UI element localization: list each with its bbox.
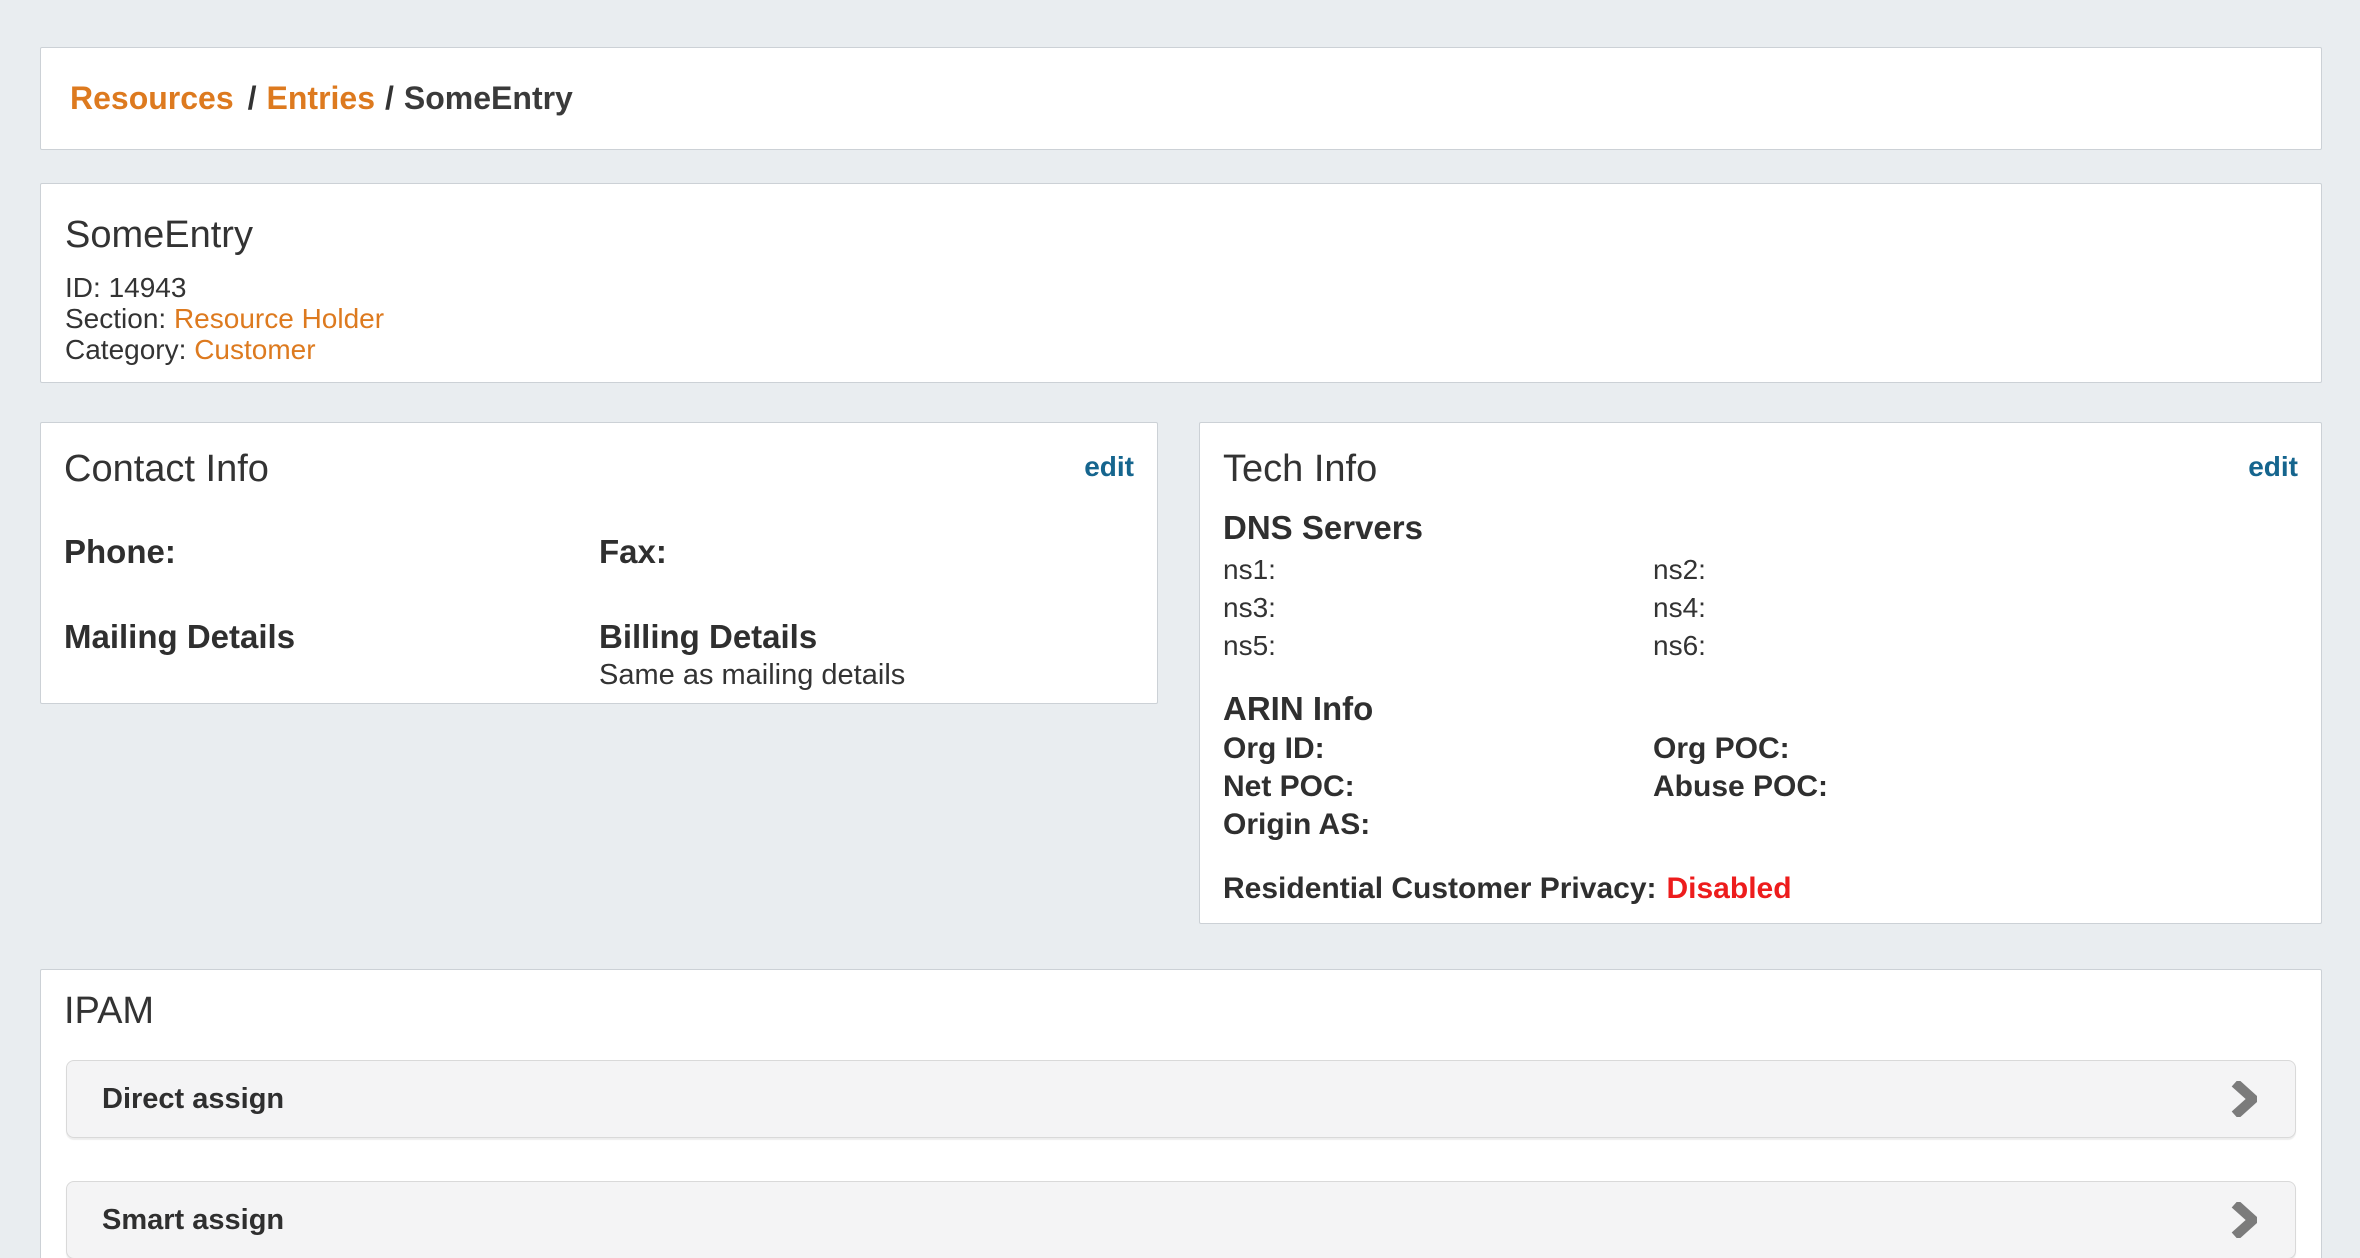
ns2-label: ns2: — [1653, 551, 2298, 589]
chevron-right-icon — [2231, 1081, 2257, 1117]
page-title: SomeEntry — [65, 211, 2297, 259]
breadcrumb-separator: / — [248, 80, 257, 117]
smart-assign-label: Smart assign — [102, 1204, 2231, 1237]
arin-info-grid: Org ID: Org POC: Net POC: Abuse POC: Ori… — [1223, 730, 2298, 844]
entry-category-line: Category: Customer — [65, 334, 2297, 365]
org-id-label: Org ID: — [1223, 730, 1653, 768]
contact-info-panel: Contact Info edit Phone: Fax: Mailing De… — [40, 422, 1158, 704]
direct-assign-label: Direct assign — [102, 1083, 2231, 1116]
ns5-label: ns5: — [1223, 627, 1653, 665]
ipam-row-direct-assign[interactable]: Direct assign — [66, 1060, 2296, 1138]
entry-section-label: Section: — [65, 303, 166, 334]
ns3-label: ns3: — [1223, 589, 1653, 627]
info-panels-row: Contact Info edit Phone: Fax: Mailing De… — [40, 422, 2322, 924]
contact-info-title: Contact Info — [64, 447, 1134, 491]
breadcrumb-link-resources[interactable]: Resources — [70, 80, 234, 117]
arin-info-heading: ARIN Info — [1223, 688, 2298, 730]
breadcrumb-separator: / — [385, 80, 394, 117]
contact-phone-fax-row: Phone: Fax: — [64, 532, 1134, 572]
contact-edit-link[interactable]: edit — [1084, 451, 1134, 483]
billing-details-note: Same as mailing details — [599, 657, 1134, 693]
entry-id-label: ID: — [65, 272, 101, 303]
phone-label: Phone: — [64, 532, 599, 572]
breadcrumb-current-entry: SomeEntry — [404, 80, 573, 117]
breadcrumb-link-entries[interactable]: Entries — [267, 80, 375, 117]
dns-servers-heading: DNS Servers — [1223, 507, 2298, 549]
chevron-right-icon — [2231, 1202, 2257, 1238]
tech-edit-link[interactable]: edit — [2248, 451, 2298, 483]
ipam-title: IPAM — [64, 989, 2296, 1033]
entry-summary-panel: SomeEntry ID: 14943 Section: Resource Ho… — [40, 183, 2322, 383]
entry-category-link[interactable]: Customer — [194, 334, 315, 365]
entry-section-line: Section: Resource Holder — [65, 303, 2297, 334]
net-poc-label: Net POC: — [1223, 768, 1653, 806]
entry-section-link[interactable]: Resource Holder — [174, 303, 384, 334]
residential-privacy-line: Residential Customer Privacy: Disabled — [1223, 870, 2298, 908]
entry-category-label: Category: — [65, 334, 186, 365]
residential-privacy-label: Residential Customer Privacy: — [1223, 872, 1657, 905]
entry-id-line: ID: 14943 — [65, 272, 2297, 303]
dns-servers-grid: ns1: ns2: ns3: ns4: ns5: ns6: — [1223, 551, 2298, 665]
tech-info-title: Tech Info — [1223, 447, 2298, 491]
ns1-label: ns1: — [1223, 551, 1653, 589]
contact-details-row: Mailing Details Billing Details Same as … — [64, 617, 1134, 693]
entry-meta: ID: 14943 Section: Resource Holder Categ… — [65, 272, 2297, 365]
breadcrumb: Resources / Entries / SomeEntry — [40, 47, 2322, 150]
residential-privacy-status: Disabled — [1667, 872, 1792, 905]
fax-label: Fax: — [599, 532, 1134, 572]
org-poc-label: Org POC: — [1653, 730, 2298, 768]
ns6-label: ns6: — [1653, 627, 2298, 665]
origin-as-label: Origin AS: — [1223, 806, 1653, 844]
ns4-label: ns4: — [1653, 589, 2298, 627]
entry-id-value: 14943 — [109, 272, 187, 303]
billing-details-label: Billing Details — [599, 617, 1134, 657]
abuse-poc-label: Abuse POC: — [1653, 768, 2298, 806]
ipam-row-smart-assign[interactable]: Smart assign — [66, 1181, 2296, 1258]
ipam-panel: IPAM Direct assign Smart assign — [40, 969, 2322, 1258]
tech-info-panel: Tech Info edit DNS Servers ns1: ns2: ns3… — [1199, 422, 2322, 924]
mailing-details-label: Mailing Details — [64, 617, 599, 657]
